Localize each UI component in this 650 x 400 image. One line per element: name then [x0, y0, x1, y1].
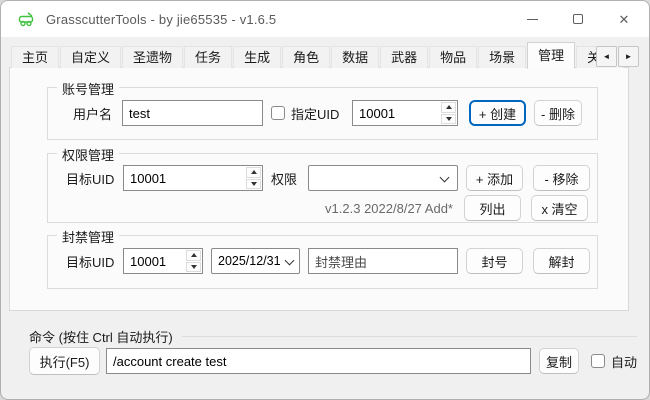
ban-button-label: 封号 — [481, 252, 507, 271]
username-value: test — [129, 106, 150, 121]
remove-permission-label: - 移除 — [545, 169, 579, 188]
copy-button-label: 复制 — [546, 352, 572, 371]
perm-target-uid-value: 10001 — [124, 166, 245, 190]
account-group-title: 账号管理 — [57, 79, 119, 98]
account-uid-spinner[interactable]: 10001 — [352, 100, 458, 126]
account-management-group: 账号管理 用户名 test 指定UID 10001 + 创建 — [47, 87, 598, 140]
perm-target-uid-label: 目标UID — [66, 169, 123, 188]
command-input[interactable]: /account create test — [106, 348, 531, 374]
list-permission-label: 列出 — [479, 199, 505, 218]
ban-button[interactable]: 封号 — [466, 248, 523, 274]
username-input[interactable]: test — [122, 100, 263, 126]
command-title: 命令 (按住 Ctrl 自动执行) — [29, 327, 173, 346]
delete-account-button[interactable]: - 删除 — [534, 100, 582, 126]
grasscutter-logo-icon — [17, 11, 37, 27]
minimize-button[interactable] — [509, 1, 555, 37]
ban-row: 目标UID 10001 2025/12/31 封禁理由 封号 — [48, 248, 597, 274]
ban-date-picker[interactable]: 2025/12/31 — [211, 248, 300, 274]
copy-button[interactable]: 复制 — [539, 348, 579, 374]
tab-item[interactable]: 物品 — [429, 46, 477, 68]
account-row: 用户名 test 指定UID 10001 + 创建 - 删除 — [48, 100, 597, 126]
maximize-icon — [573, 14, 583, 24]
unban-button-label: 解封 — [548, 252, 574, 271]
create-account-button[interactable]: + 创建 — [469, 100, 526, 126]
spinner-down-icon[interactable] — [441, 114, 456, 125]
spinner-down-icon[interactable] — [246, 179, 261, 190]
permission-row-2: v1.2.3 2022/8/27 Add* 列出 x 清空 — [48, 195, 597, 221]
tab-weapon[interactable]: 武器 — [380, 46, 428, 68]
command-input-value: /account create test — [113, 354, 226, 369]
spinner-up-icon[interactable] — [186, 250, 201, 261]
tab-home[interactable]: 主页 — [11, 46, 59, 68]
account-uid-value: 10001 — [353, 101, 440, 125]
permission-combobox[interactable] — [308, 165, 458, 191]
perm-target-uid-spinner[interactable]: 10001 — [123, 165, 263, 191]
tab-scroll-left-icon: ◄ — [603, 52, 611, 61]
execute-button-label: 执行(F5) — [40, 352, 90, 371]
window-title: GrasscutterTools - by jie65535 - v1.6.5 — [46, 12, 276, 27]
ban-reason-input[interactable]: 封禁理由 — [308, 248, 458, 274]
command-section-header: 命令 (按住 Ctrl 自动执行) — [29, 327, 637, 346]
add-permission-label: + 添加 — [476, 169, 513, 188]
close-icon: ✕ — [619, 13, 630, 26]
tab-avatar[interactable]: 角色 — [282, 46, 330, 68]
tab-data[interactable]: 数据 — [331, 46, 379, 68]
command-row: 执行(F5) /account create test 复制 自动 — [29, 347, 637, 375]
command-divider — [182, 336, 637, 337]
specify-uid-checkbox[interactable] — [271, 106, 285, 120]
tab-artifact[interactable]: 圣遗物 — [122, 46, 183, 68]
create-account-label: + 创建 — [479, 104, 516, 123]
spinner-up-icon[interactable] — [246, 167, 261, 178]
spinner-up-icon[interactable] — [441, 102, 456, 113]
add-permission-button[interactable]: + 添加 — [466, 165, 523, 191]
spinner-down-icon[interactable] — [186, 262, 201, 273]
tab-scene[interactable]: 场景 — [478, 46, 526, 68]
chevron-down-icon — [440, 173, 450, 183]
ban-reason-placeholder: 封禁理由 — [315, 252, 367, 271]
clear-permission-label: x 清空 — [541, 199, 577, 218]
delete-account-label: - 删除 — [541, 104, 575, 123]
ban-management-group: 封禁管理 目标UID 10001 2025/12/31 封禁理由 — [47, 235, 598, 289]
specify-uid-label: 指定UID — [291, 104, 340, 123]
tab-custom[interactable]: 自定义 — [60, 46, 121, 68]
ban-target-uid-value: 10001 — [124, 249, 185, 273]
permission-management-group: 权限管理 目标UID 10001 权限 + 添加 — [47, 153, 598, 223]
permission-group-title: 权限管理 — [57, 145, 119, 164]
tab-quest[interactable]: 任务 — [184, 46, 232, 68]
auto-checkbox-label: 自动 — [611, 352, 637, 371]
tab-scroll-left-button[interactable]: ◄ — [596, 46, 617, 67]
tab-page-management: 账号管理 用户名 test 指定UID 10001 + 创建 — [9, 67, 629, 311]
window-controls: ✕ — [509, 1, 647, 37]
permission-row-1: 目标UID 10001 权限 + 添加 - 移除 — [48, 165, 597, 191]
unban-button[interactable]: 解封 — [533, 248, 590, 274]
tab-management[interactable]: 管理 — [527, 42, 575, 69]
permission-version-note: v1.2.3 2022/8/27 Add* — [325, 201, 453, 216]
tab-spawn[interactable]: 生成 — [233, 46, 281, 68]
tab-scroll-right-icon: ► — [625, 52, 633, 61]
chevron-down-icon — [285, 256, 295, 266]
ban-target-uid-spinner[interactable]: 10001 — [123, 248, 203, 274]
close-button[interactable]: ✕ — [601, 1, 647, 37]
ban-date-value: 2025/12/31 — [218, 254, 281, 268]
username-label: 用户名 — [73, 104, 117, 123]
maximize-button[interactable] — [555, 1, 601, 37]
list-permission-button[interactable]: 列出 — [464, 195, 521, 221]
tab-strip: 主页自定义圣遗物任务生成角色数据武器物品场景管理关于 — [11, 42, 625, 68]
permission-label: 权限 — [271, 169, 308, 188]
remove-permission-button[interactable]: - 移除 — [533, 165, 590, 191]
auto-checkbox[interactable] — [591, 354, 605, 368]
tab-scroll-right-button[interactable]: ► — [618, 46, 639, 67]
titlebar: GrasscutterTools - by jie65535 - v1.6.5 … — [1, 1, 649, 37]
app-window: GrasscutterTools - by jie65535 - v1.6.5 … — [0, 0, 650, 400]
clear-permission-button[interactable]: x 清空 — [531, 195, 588, 221]
minimize-icon — [527, 19, 538, 20]
tab-scroll-buttons: ◄ ► — [595, 46, 639, 67]
ban-group-title: 封禁管理 — [57, 227, 119, 246]
execute-button[interactable]: 执行(F5) — [29, 347, 100, 375]
ban-target-uid-label: 目标UID — [66, 252, 123, 271]
